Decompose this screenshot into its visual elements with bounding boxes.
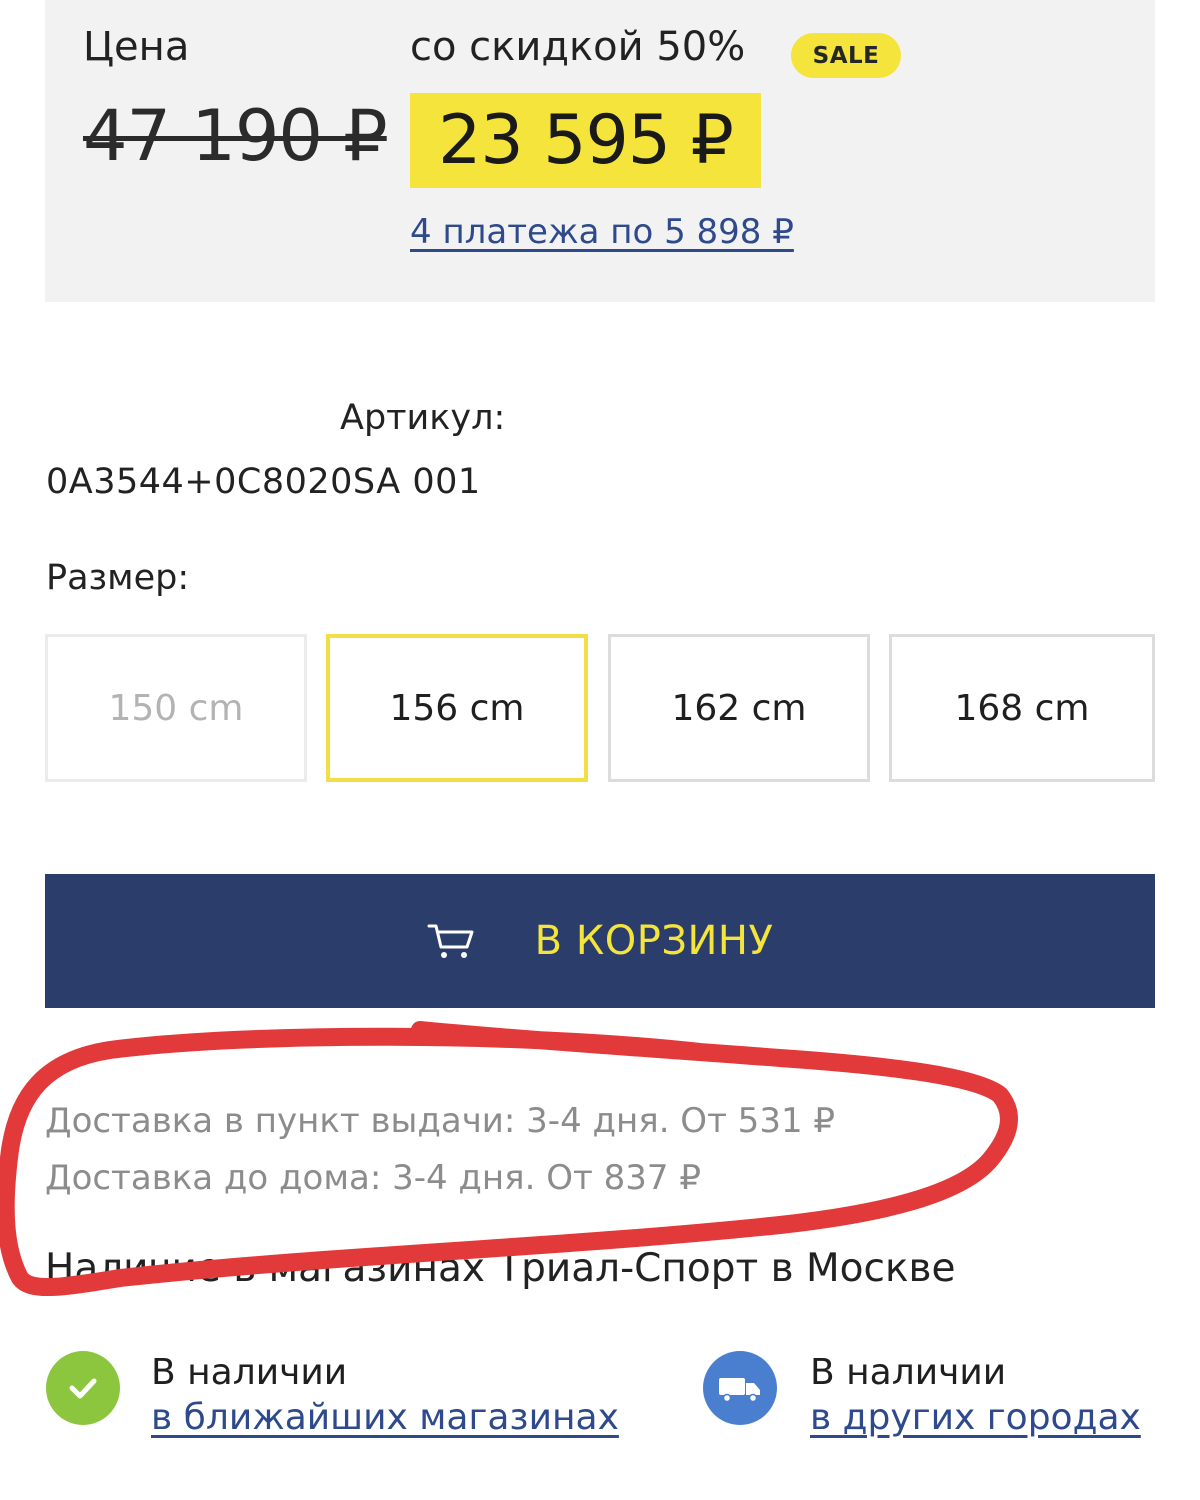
delivery-pickup-text: Доставка в пункт выдачи: 3-4 дня. От 531…: [45, 1101, 836, 1141]
discount-label: со скидкой 50%: [410, 24, 746, 70]
size-option-168[interactable]: 168 cm: [889, 634, 1155, 782]
old-price: 47 190 ₽: [83, 95, 388, 177]
price-panel: Цена 47 190 ₽ со скидкой 50% SALE 23 595…: [45, 0, 1155, 302]
sku-label: Артикул:: [340, 398, 506, 438]
cart-icon: [427, 924, 474, 958]
size-label: Размер:: [46, 558, 190, 598]
availability-other-cities-title: В наличии: [810, 1352, 1007, 1393]
sku-value: 0A3544+0C8020SA 001: [46, 462, 481, 502]
size-option-162[interactable]: 162 cm: [608, 634, 870, 782]
check-circle-icon: [46, 1351, 120, 1425]
sale-badge: SALE: [791, 33, 901, 78]
add-to-cart-button[interactable]: В КОРЗИНУ: [45, 874, 1155, 1008]
new-price: 23 595 ₽: [438, 101, 734, 180]
cart-button-label: В КОРЗИНУ: [534, 918, 774, 964]
availability-nearby-title: В наличии: [151, 1352, 348, 1393]
availability-nearby-link[interactable]: в ближайших магазинах: [151, 1397, 619, 1438]
new-price-box: 23 595 ₽: [410, 93, 761, 188]
size-option-150[interactable]: 150 cm: [45, 634, 307, 782]
price-label: Цена: [83, 24, 190, 70]
availability-other-cities-link[interactable]: в других городах: [810, 1397, 1141, 1438]
installment-link[interactable]: 4 платежа по 5 898 ₽: [410, 212, 794, 252]
delivery-truck-icon: [703, 1351, 777, 1425]
size-option-156[interactable]: 156 cm: [326, 634, 588, 782]
delivery-home-text: Доставка до дома: 3-4 дня. От 837 ₽: [45, 1158, 701, 1198]
stores-heading: Наличие в магазинах Триал-Спорт в Москве: [45, 1246, 956, 1291]
